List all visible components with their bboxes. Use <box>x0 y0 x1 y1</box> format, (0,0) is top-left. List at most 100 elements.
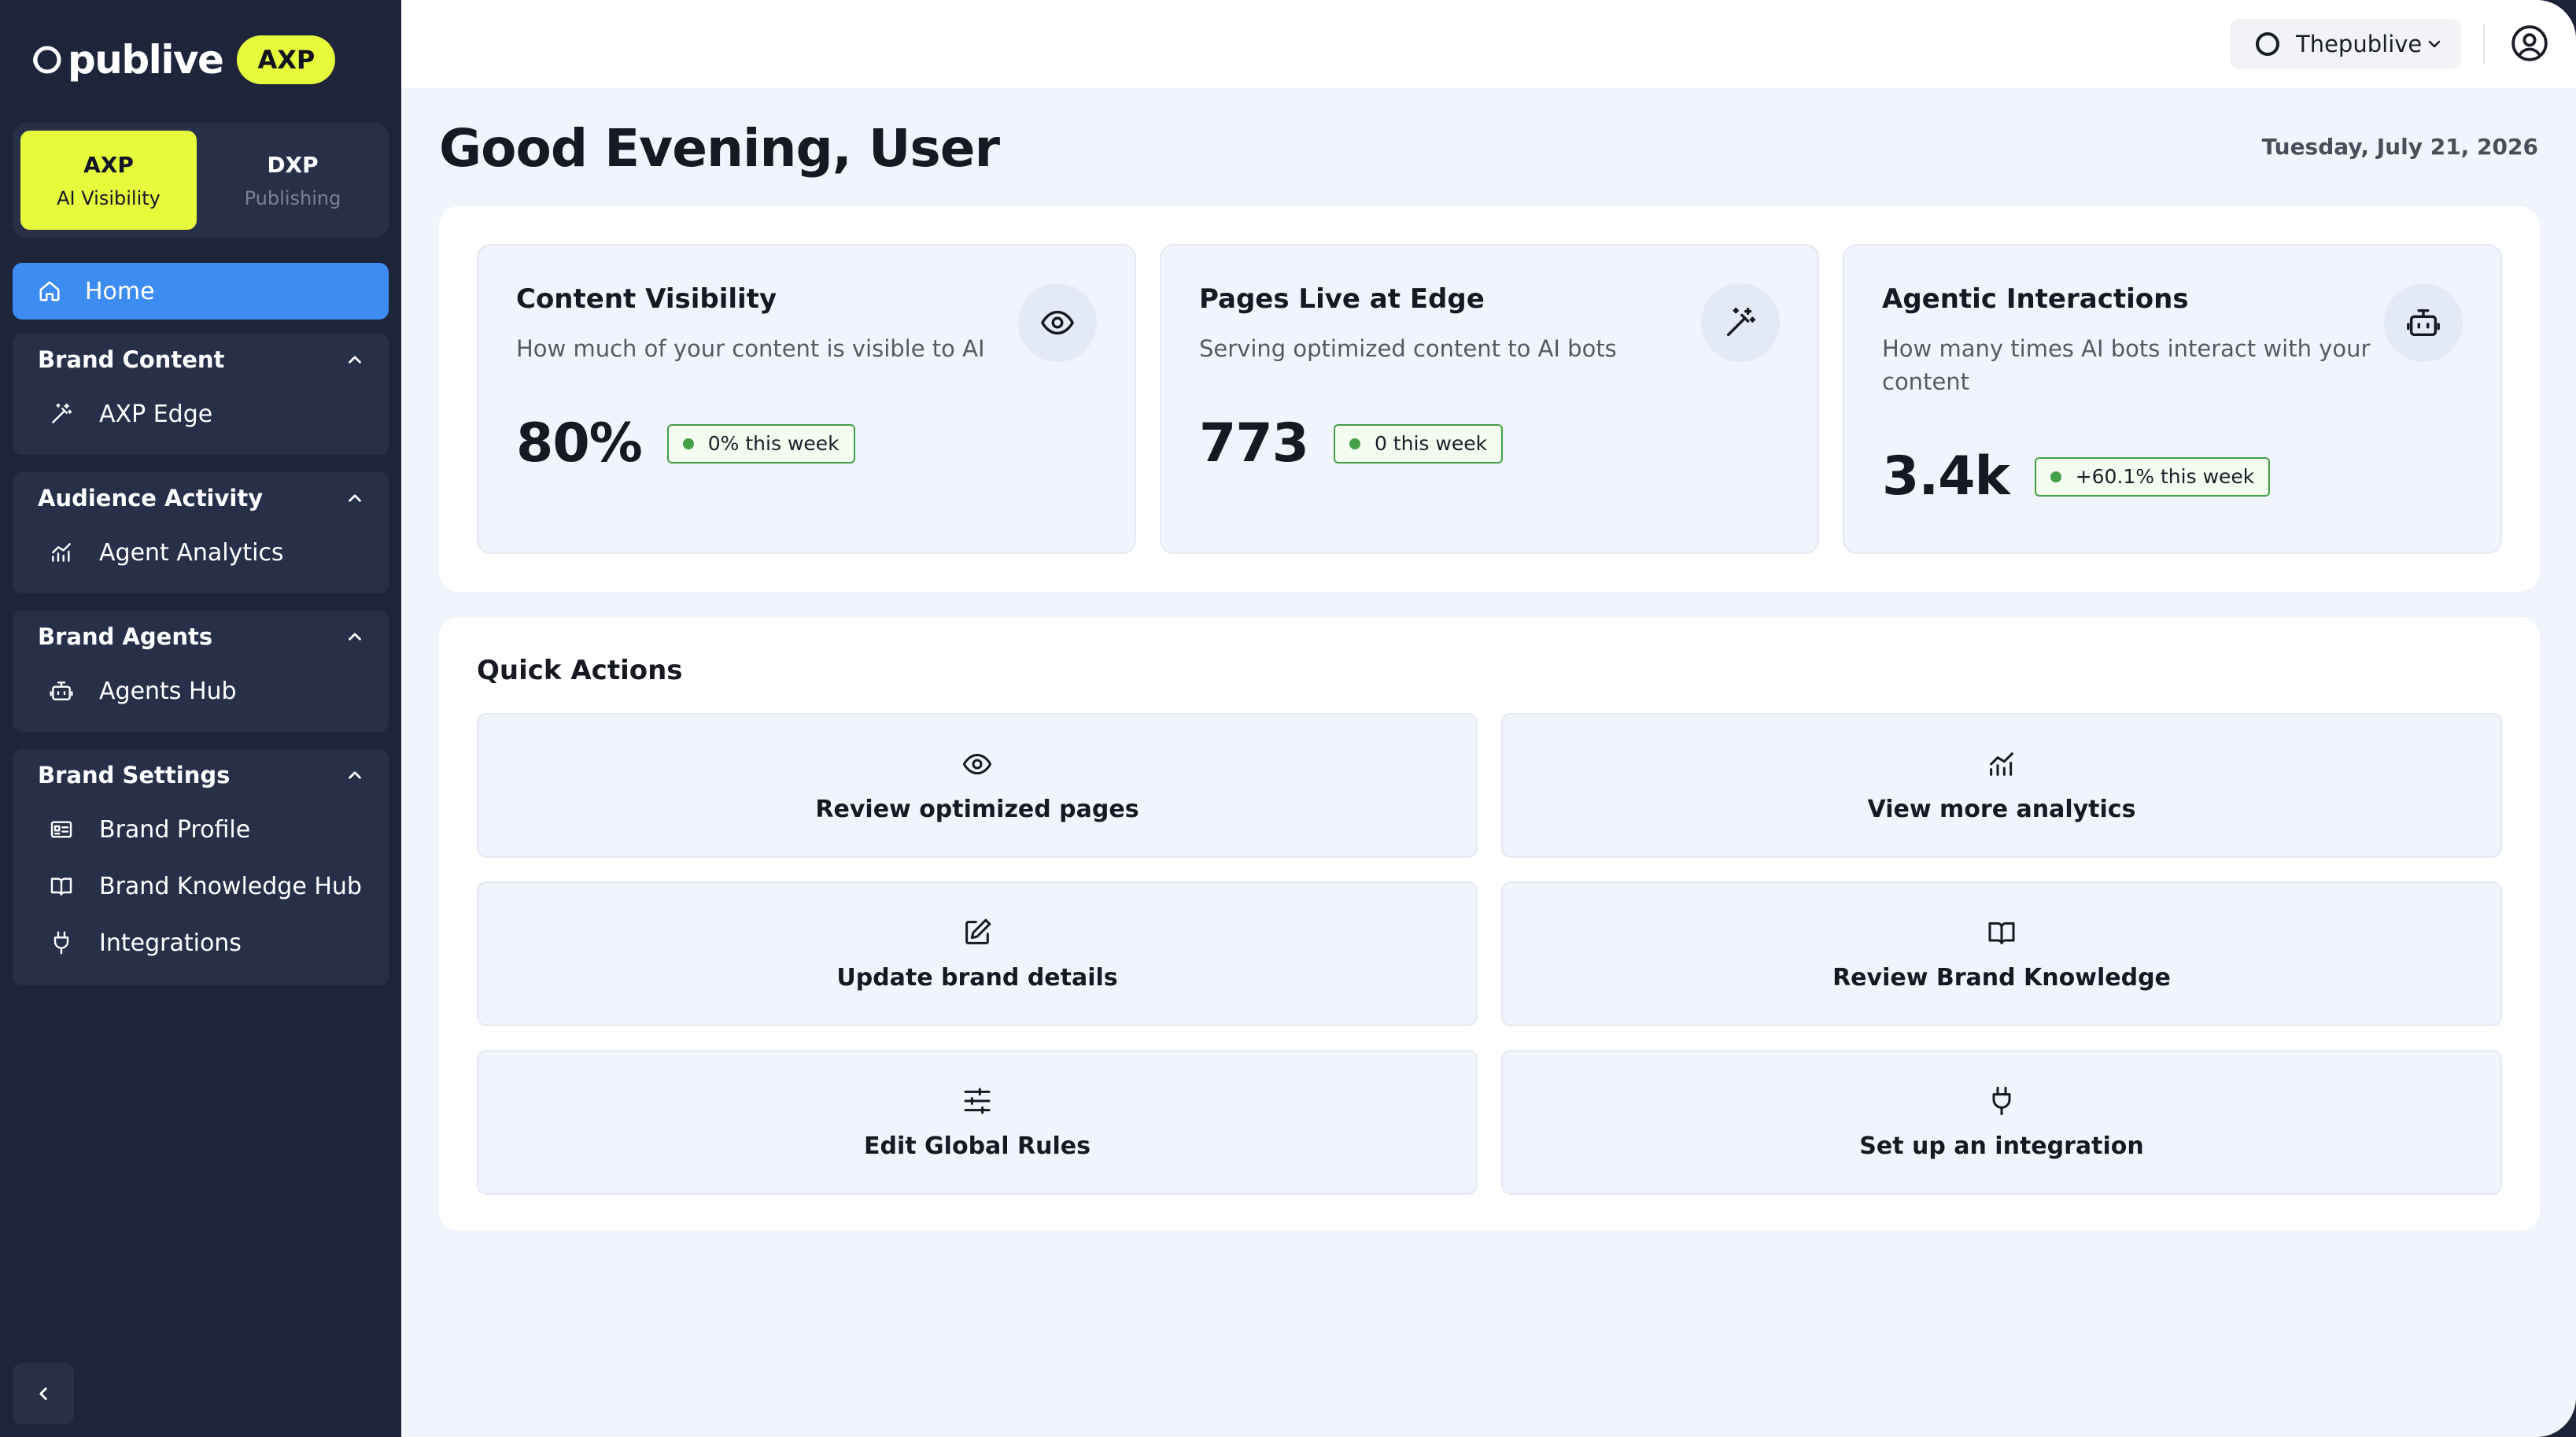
sidebar: publive AXP AXP AI Visibility DXP Publis… <box>0 0 401 1437</box>
group-toggle[interactable]: Brand Content <box>13 334 389 386</box>
stat-icon-badge <box>1018 283 1097 362</box>
main-content: Thepublive Good Evening, User Tuesday, J… <box>401 0 2576 1437</box>
mode-title: AXP <box>83 151 134 178</box>
stat-description: How many times AI bots interact with you… <box>1882 335 2371 395</box>
group-label: Brand Content <box>38 346 225 373</box>
group-label: Audience Activity <box>38 485 264 512</box>
nav-home[interactable]: Home <box>13 263 389 320</box>
publive-logo-icon <box>33 46 61 74</box>
brand-logo[interactable]: publive AXP <box>27 35 336 85</box>
plug-icon <box>1992 1086 2011 1115</box>
group-label: Brand Agents <box>38 623 213 650</box>
set-up-integration-button[interactable]: Set up an integration <box>1501 1050 2502 1195</box>
review-brand-knowledge-button[interactable]: Review Brand Knowledge <box>1501 881 2502 1026</box>
sidebar-item-label: Agents Hub <box>99 677 237 705</box>
update-brand-details-button[interactable]: Update brand details <box>477 881 1478 1026</box>
bot-icon <box>2407 308 2440 337</box>
edit-global-rules-button[interactable]: Edit Global Rules <box>477 1050 1478 1195</box>
sidebar-item-label: Agent Analytics <box>99 538 284 567</box>
quick-action-label: Set up an integration <box>1859 1132 2144 1160</box>
stat-card-agentic-interactions: Agentic Interactions How many times AI b… <box>1843 244 2502 554</box>
wand-icon <box>1726 308 1755 337</box>
sidebar-item-axp-edge[interactable]: AXP Edge <box>13 386 389 442</box>
stat-change-badge: +60.1% this week <box>2034 456 2271 497</box>
nav-home-label: Home <box>85 277 155 305</box>
stat-title: Agentic Interactions <box>1882 283 2189 315</box>
chevron-down-icon <box>2428 40 2441 48</box>
stats-panel: Content Visibility How much of your cont… <box>439 206 2540 592</box>
chevron-up-icon <box>349 494 361 502</box>
sidebar-item-label: Brand Knowledge Hub <box>99 872 362 900</box>
book-icon <box>1988 922 2015 944</box>
stat-card-content-visibility: Content Visibility How much of your cont… <box>477 244 1136 554</box>
quick-action-label: Review Brand Knowledge <box>1832 963 2171 992</box>
product-badge: AXP <box>237 35 336 84</box>
workspace-selector[interactable]: Thepublive <box>2230 19 2461 69</box>
quick-action-label: Review optimized pages <box>815 795 1139 823</box>
stat-change-badge: 0 this week <box>1333 423 1504 464</box>
quick-action-label: Update brand details <box>836 963 1118 992</box>
nav-group-audience-activity: Audience Activity Agent Analytics <box>13 472 389 593</box>
stat-title: Content Visibility <box>516 283 777 315</box>
home-icon <box>39 281 60 301</box>
chevron-up-icon <box>349 633 361 641</box>
group-toggle[interactable]: Brand Settings <box>13 749 389 801</box>
stat-row: 773 0 this week <box>1199 412 1504 475</box>
stat-change: +60.1% this week <box>2075 465 2255 488</box>
collapse-sidebar-button[interactable] <box>13 1363 74 1424</box>
sidebar-item-brand-knowledge-hub[interactable]: Brand Knowledge Hub <box>13 858 389 914</box>
stat-icon-badge <box>2384 283 2463 362</box>
chevron-up-icon <box>349 771 361 779</box>
divider <box>2483 24 2485 65</box>
stat-description: Serving optimized content to AI bots <box>1199 335 1617 362</box>
stat-change: 0 this week <box>1374 432 1488 455</box>
stat-value: 773 <box>1199 412 1309 475</box>
eye-icon <box>962 753 992 774</box>
quick-actions-panel: Quick Actions Review optimized pages Vie… <box>439 617 2540 1231</box>
sidebar-item-integrations[interactable]: Integrations <box>13 914 389 971</box>
status-dot <box>682 438 694 449</box>
mode-subtitle: AI Visibility <box>57 187 161 209</box>
sidebar-item-label: Integrations <box>99 929 242 957</box>
plug-icon <box>54 931 69 955</box>
stat-change-badge: 0% this week <box>666 423 855 464</box>
page-title: Good Evening, User <box>439 118 1000 179</box>
quick-actions-title: Quick Actions <box>477 655 683 686</box>
mode-title: DXP <box>267 151 319 178</box>
chevron-up-icon <box>349 356 361 364</box>
mode-axp[interactable]: AXP AI Visibility <box>20 131 197 230</box>
status-dot <box>1349 438 1360 449</box>
workspace-name: Thepublive <box>2296 31 2423 57</box>
eye-icon <box>1041 310 1074 335</box>
review-optimized-pages-button[interactable]: Review optimized pages <box>477 713 1478 858</box>
mode-subtitle: Publishing <box>244 187 341 209</box>
quick-action-label: Edit Global Rules <box>864 1132 1091 1160</box>
sidebar-item-agents-hub[interactable]: Agents Hub <box>13 663 389 719</box>
quick-action-label: View more analytics <box>1867 795 2136 823</box>
stat-change: 0% this week <box>707 432 840 455</box>
stat-value: 80% <box>516 412 643 475</box>
group-toggle[interactable]: Brand Agents <box>13 611 389 663</box>
workspace-logo-icon <box>2256 32 2279 56</box>
stat-card-pages-live: Pages Live at Edge Serving optimized con… <box>1160 244 1819 554</box>
nav-group-brand-settings: Brand Settings Brand Profile Brand Knowl… <box>13 749 389 985</box>
nav-group-brand-content: Brand Content AXP Edge <box>13 334 389 455</box>
analytics-icon <box>1990 752 2013 776</box>
group-label: Brand Settings <box>38 762 231 789</box>
mode-dxp[interactable]: DXP Publishing <box>205 131 381 230</box>
user-account-icon[interactable] <box>2510 24 2549 63</box>
sidebar-item-label: AXP Edge <box>99 400 213 428</box>
stat-icon-badge <box>1701 283 1780 362</box>
sidebar-item-brand-profile[interactable]: Brand Profile <box>13 801 389 858</box>
view-more-analytics-button[interactable]: View more analytics <box>1501 713 2502 858</box>
top-bar: Thepublive <box>401 0 2576 88</box>
nav-group-brand-agents: Brand Agents Agents Hub <box>13 611 389 732</box>
stat-row: 80% 0% this week <box>516 412 855 475</box>
sidebar-item-agent-analytics[interactable]: Agent Analytics <box>13 524 389 581</box>
id-card-icon <box>50 821 72 838</box>
wand-icon <box>52 403 72 423</box>
analytics-icon <box>52 543 71 562</box>
status-dot <box>2050 471 2061 482</box>
stat-description: How much of your content is visible to A… <box>516 335 985 362</box>
group-toggle[interactable]: Audience Activity <box>13 472 389 524</box>
